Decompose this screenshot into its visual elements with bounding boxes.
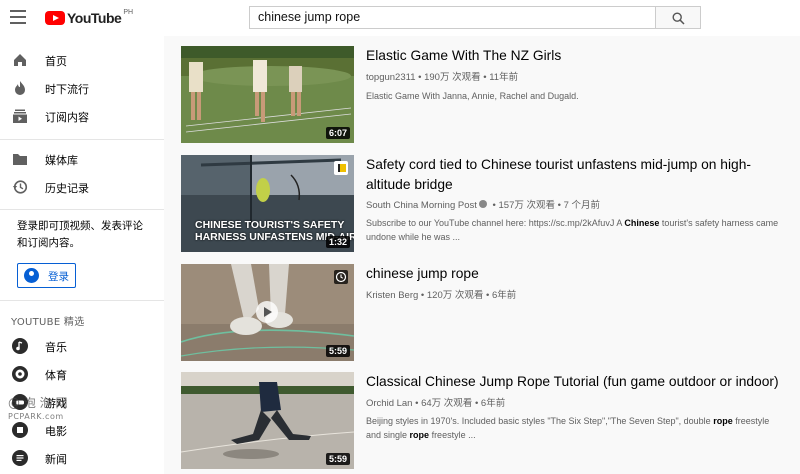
hamburger-menu-icon[interactable] (10, 10, 26, 24)
verified-badge-icon (478, 200, 487, 209)
video-thumbnail[interactable]: 5:59 (181, 372, 354, 469)
search-button[interactable] (655, 6, 701, 29)
youtube-logo[interactable]: YouTube PH (45, 9, 134, 28)
video-meta: Orchid Lan • 64万 次观看 • 6年前 (366, 398, 506, 409)
video-title[interactable]: Elastic Game With The NZ Girls (366, 46, 786, 66)
video-meta: South China Morning Post • 157万 次观看 • 7 … (366, 200, 601, 211)
music-icon (12, 338, 28, 354)
video-result[interactable]: 6:07 Elastic Game With The NZ Girls topg… (181, 46, 791, 146)
region-code: PH (123, 9, 134, 16)
video-duration: 5:59 (325, 345, 350, 357)
sidebar-item-music[interactable]: 音乐 (0, 331, 164, 361)
section-title: YOUTUBE 精选 (11, 317, 85, 328)
history-icon (12, 180, 28, 194)
video-thumbnail[interactable]: 5:59 (181, 264, 354, 361)
video-meta: Kristen Berg • 120万 次观看 • 6年前 (366, 290, 517, 301)
video-title[interactable]: Classical Chinese Jump Rope Tutorial (fu… (366, 372, 786, 392)
video-meta: topgun2311 • 190万 次观看 • 11年前 (366, 72, 519, 83)
sidebar-item-label: 订阅内容 (45, 111, 89, 124)
sidebar-item-news[interactable]: 新闻 (0, 443, 164, 473)
upload-age: 7 个月前 (563, 200, 601, 211)
movies-icon (12, 422, 28, 438)
sidebar-item-subscriptions[interactable]: 订阅内容 (0, 101, 164, 131)
video-result[interactable]: 5:59 Classical Chinese Jump Rope Tutoria… (181, 372, 791, 472)
channel-name[interactable]: Kristen Berg (366, 290, 418, 301)
video-duration: 6:07 (325, 127, 350, 139)
upload-age: 6年前 (492, 290, 517, 301)
watermark: @ 泡 泡 网 PCPARK.com (8, 396, 67, 424)
description-highlight: rope (409, 430, 430, 440)
watermark-line-1: @ 泡 泡 网 (8, 396, 68, 410)
upload-age: 6年前 (480, 398, 506, 409)
description-text: Subscribe to our YouTube channel here: h… (366, 218, 625, 228)
watermark-line-2: PCPARK.com (8, 412, 64, 421)
description-highlight: Chinese (624, 218, 660, 228)
description-text: Beijing styles in 1970's. Included basic… (366, 416, 714, 426)
sidebar-item-label: 时下流行 (45, 83, 89, 96)
sidebar-divider (0, 300, 164, 301)
sidebar-item-label: 体育 (45, 369, 67, 382)
sidebar-item-label: 历史记录 (45, 182, 89, 195)
sidebar-item-library[interactable]: 媒体库 (0, 144, 164, 174)
news-icon (12, 450, 28, 466)
sports-icon (12, 366, 28, 382)
upload-age: 11年前 (489, 72, 519, 83)
watch-later-icon[interactable] (334, 270, 348, 284)
sidebar-item-sports[interactable]: 体育 (0, 359, 164, 389)
search-icon (672, 12, 685, 25)
sidebar-item-label: 首页 (45, 55, 67, 68)
sidebar-item-history[interactable]: 历史记录 (0, 172, 164, 202)
channel-name[interactable]: Orchid Lan (366, 398, 412, 409)
youtube-play-icon (45, 11, 65, 25)
search-input[interactable]: chinese jump rope (249, 6, 656, 29)
video-title[interactable]: Safety cord tied to Chinese tourist unfa… (366, 155, 786, 195)
video-description: Beijing styles in 1970's. Included basic… (366, 414, 786, 442)
video-duration: 5:59 (325, 453, 350, 465)
view-count: 120万 次观看 (426, 290, 484, 301)
video-thumbnail[interactable]: CHINESE TOURIST'S SAFETY HARNESS UNFASTE… (181, 155, 354, 252)
view-count: 64万 次观看 (421, 398, 473, 409)
signin-prompt: 登录即可顶视频、发表评论和订阅内容。 (17, 220, 143, 249)
video-description: Subscribe to our YouTube channel here: h… (366, 216, 786, 244)
folder-icon (13, 154, 27, 165)
thumbnail-caption-line-1: CHINESE TOURIST'S SAFETY (195, 219, 345, 231)
sidebar-item-label: 新闻 (45, 453, 67, 466)
fire-icon (15, 81, 25, 95)
video-description: Elastic Game With Janna, Annie, Rachel a… (366, 91, 579, 101)
home-icon (14, 54, 26, 66)
video-thumbnail[interactable]: 6:07 (181, 46, 354, 143)
video-duration: 1:32 (325, 236, 350, 248)
description-highlight: rope (713, 416, 733, 426)
channel-name[interactable]: South China Morning Post (366, 200, 477, 211)
login-label: 登录 (48, 271, 69, 283)
view-count: 190万 次观看 (424, 72, 481, 83)
sidebar-divider (0, 209, 164, 210)
description-text: freestyle ... (429, 430, 476, 440)
sidebar-item-home[interactable]: 首页 (0, 45, 164, 75)
video-result[interactable]: CHINESE TOURIST'S SAFETY HARNESS UNFASTE… (181, 155, 791, 255)
sidebar-item-label: 音乐 (45, 341, 67, 354)
account-icon (24, 268, 39, 283)
sidebar-divider (0, 139, 164, 140)
channel-name[interactable]: topgun2311 (366, 72, 416, 83)
video-result[interactable]: 5:59 chinese jump rope Kristen Berg • 12… (181, 264, 791, 364)
login-button[interactable]: 登录 (17, 263, 76, 288)
sidebar-item-label: 电影 (45, 425, 67, 438)
sidebar-item-trending[interactable]: 时下流行 (0, 73, 164, 103)
logo-text: YouTube (67, 10, 122, 26)
video-title[interactable]: chinese jump rope (366, 264, 786, 284)
top-bar: YouTube PH chinese jump rope (0, 0, 800, 36)
live-chat-icon[interactable] (334, 161, 348, 175)
view-count: 157万 次观看 (498, 200, 556, 211)
sidebar-item-label: 媒体库 (45, 154, 78, 167)
subscriptions-icon (13, 109, 27, 123)
